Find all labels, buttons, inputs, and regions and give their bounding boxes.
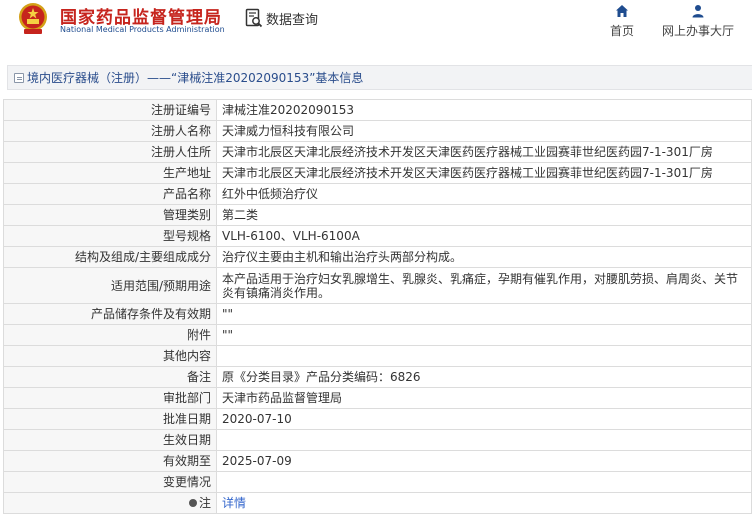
field-label: 结构及组成/主要组成成分 [3, 246, 217, 268]
field-value: 2020-07-10 [216, 408, 752, 430]
table-row: 生产地址 天津市北辰区天津北辰经济技术开发区天津医药医疗器械工业园赛菲世纪医药园7… [3, 162, 752, 184]
field-label: 有效期至 [3, 450, 217, 472]
field-value [216, 345, 752, 367]
table-row: 生效日期 [3, 429, 752, 451]
field-value: 天津威力恒科技有限公司 [216, 120, 752, 142]
field-label: 管理类别 [3, 204, 217, 226]
table-row: 其他内容 [3, 345, 752, 367]
table-row: 适用范围/预期用途 本产品适用于治疗妇女乳腺增生、乳腺炎、乳痛症，孕期有催乳作用，… [3, 267, 752, 304]
field-value: 原《分类目录》产品分类编码：6826 [216, 366, 752, 388]
user-icon [692, 5, 704, 18]
data-query-title: 数据查询 [245, 7, 318, 29]
note-label-cell: 注 [3, 492, 217, 514]
field-value: 津械注准20202090153 [216, 99, 752, 121]
field-value [216, 429, 752, 451]
field-value: 红外中低频治疗仪 [216, 183, 752, 205]
table-row: 注册人名称 天津威力恒科技有限公司 [3, 120, 752, 142]
details-link[interactable]: 详情 [222, 496, 246, 510]
bulb-icon [188, 499, 197, 507]
field-value: 2025-07-09 [216, 450, 752, 472]
table-row: 型号规格 VLH-6100、VLH-6100A [3, 225, 752, 247]
note-value-cell: 详情 [216, 492, 752, 514]
field-label: 批准日期 [3, 408, 217, 430]
list-icon [14, 72, 24, 83]
registration-detail-table: 注册证编号 津械注准20202090153 注册人名称 天津威力恒科技有限公司 注册人住… [3, 99, 752, 514]
field-label: 型号规格 [3, 225, 217, 247]
table-row: 产品储存条件及有效期 "" [3, 303, 752, 325]
field-label: 变更情况 [3, 471, 217, 493]
field-label: 生产地址 [3, 162, 217, 184]
table-row: 注册证编号 津械注准20202090153 [3, 99, 752, 121]
note-label: 注 [198, 496, 211, 510]
field-value: VLH-6100、VLH-6100A [216, 225, 752, 247]
field-label: 备注 [3, 366, 217, 388]
nav-online-office-label: 网上办事大厅 [661, 24, 734, 38]
field-label: 注册人名称 [3, 120, 217, 142]
field-value: "" [216, 324, 752, 346]
brand-title-en[interactable]: National Medical Products Administration [60, 25, 225, 34]
breadcrumb-text: 境内医疗器械（注册）——“津械注准20202090153”基本信息 [27, 71, 364, 85]
field-label: 审批部门 [3, 387, 217, 409]
field-value: 天津市北辰区天津北辰经济技术开发区天津医药医疗器械工业园赛菲世纪医药园7-1-3… [216, 141, 752, 163]
nav-home[interactable]: 首页 [608, 4, 636, 39]
nav-online-office[interactable]: 网上办事大厅 [658, 4, 738, 39]
table-row: 批准日期 2020-07-10 [3, 408, 752, 430]
table-row: 产品名称 红外中低频治疗仪 [3, 183, 752, 205]
field-label: 适用范围/预期用途 [3, 267, 217, 304]
table-row: 变更情况 [3, 471, 752, 493]
field-label: 产品储存条件及有效期 [3, 303, 217, 325]
field-value: 天津市北辰区天津北辰经济技术开发区天津医药医疗器械工业园赛菲世纪医药园7-1-3… [216, 162, 752, 184]
table-row: 结构及组成/主要组成成分 治疗仪主要由主机和输出治疗头两部分构成。 [3, 246, 752, 268]
field-value [216, 471, 752, 493]
table-row: 备注 原《分类目录》产品分类编码：6826 [3, 366, 752, 388]
field-label: 附件 [3, 324, 217, 346]
home-icon [616, 5, 628, 17]
national-emblem-icon[interactable] [17, 2, 49, 36]
field-value: 本产品适用于治疗妇女乳腺增生、乳腺炎、乳痛症，孕期有催乳作用，对腰肌劳损、肩周炎… [216, 267, 752, 304]
field-label: 其他内容 [3, 345, 217, 367]
field-value: 第二类 [216, 204, 752, 226]
field-label: 注册人住所 [3, 141, 217, 163]
table-row: 注册人住所 天津市北辰区天津北辰经济技术开发区天津医药医疗器械工业园赛菲世纪医药园… [3, 141, 752, 163]
table-row: 附件 "" [3, 324, 752, 346]
field-label: 生效日期 [3, 429, 217, 451]
field-label: 注册证编号 [3, 99, 217, 121]
field-value: 治疗仪主要由主机和输出治疗头两部分构成。 [216, 246, 752, 268]
data-query-label: 数据查询 [266, 12, 319, 28]
document-search-icon [245, 8, 263, 28]
nav-home-label: 首页 [609, 24, 634, 38]
field-value: "" [216, 303, 752, 325]
table-row-note: 注 详情 [3, 492, 752, 514]
table-row: 审批部门 天津市药品监督管理局 [3, 387, 752, 409]
table-row: 管理类别 第二类 [3, 204, 752, 226]
field-value: 天津市药品监督管理局 [216, 387, 752, 409]
breadcrumb: 境内医疗器械（注册）——“津械注准20202090153”基本信息 [7, 65, 752, 90]
table-row: 有效期至 2025-07-09 [3, 450, 752, 472]
field-label: 产品名称 [3, 183, 217, 205]
site-header: 国家药品监督管理局 National Medical Products Admi… [0, 0, 752, 48]
